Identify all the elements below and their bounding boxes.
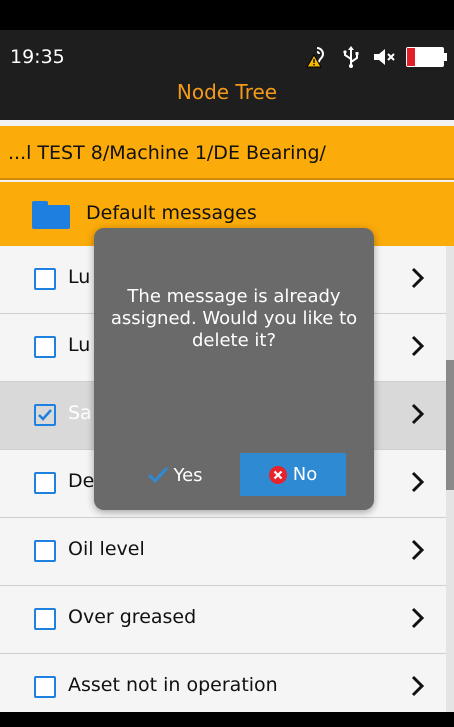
chevron-right-icon[interactable] — [408, 402, 428, 426]
no-button-label: No — [292, 464, 318, 485]
list-item[interactable]: Over greased — [0, 586, 446, 654]
close-icon — [268, 465, 287, 484]
list-item[interactable]: Oil level — [0, 518, 446, 586]
dialog-message: The message is already assigned. Would y… — [110, 286, 358, 351]
folder-icon — [32, 201, 70, 229]
bottom-bezel — [0, 712, 454, 727]
chevron-right-icon[interactable] — [408, 674, 428, 698]
chevron-right-icon[interactable] — [408, 266, 428, 290]
header: 19:35 Node Tree — [0, 30, 454, 120]
list-item-label: Lu — [68, 334, 91, 356]
scrollbar-thumb[interactable] — [446, 360, 454, 490]
checkbox-checked[interactable] — [34, 404, 56, 426]
list-item-label: De — [68, 470, 95, 492]
checkbox[interactable] — [34, 540, 56, 562]
status-time: 19:35 — [10, 46, 65, 68]
checkmark-icon — [38, 409, 52, 421]
checkbox[interactable] — [34, 336, 56, 358]
hearing-warning-icon — [304, 44, 330, 70]
battery-low-icon — [406, 47, 447, 67]
list-item-label: Oil level — [68, 538, 145, 560]
chevron-right-icon[interactable] — [408, 470, 428, 494]
yes-button-label: Yes — [173, 464, 203, 486]
screen: 19:35 Node Tree ...l TEST 8/Machine 1/DE… — [0, 0, 454, 727]
folder-label: Default messages — [86, 202, 257, 224]
checkbox[interactable] — [34, 676, 56, 698]
no-button[interactable]: No — [240, 453, 346, 496]
chevron-right-icon[interactable] — [408, 334, 428, 358]
checkbox[interactable] — [34, 268, 56, 290]
list-item-label: Sa — [68, 402, 92, 424]
mute-icon — [372, 44, 398, 70]
top-bezel — [0, 0, 454, 30]
checkbox[interactable] — [34, 472, 56, 494]
checkmark-icon — [148, 466, 169, 484]
list-item-label: Over greased — [68, 606, 197, 628]
list-item-label: Lu — [68, 266, 91, 288]
breadcrumb-path: ...l TEST 8/Machine 1/DE Bearing/ — [0, 126, 454, 180]
yes-button[interactable]: Yes — [130, 454, 220, 496]
usb-icon — [338, 44, 364, 70]
checkbox[interactable] — [34, 608, 56, 630]
page-title: Node Tree — [176, 80, 278, 104]
status-icons — [304, 44, 447, 70]
chevron-right-icon[interactable] — [408, 606, 428, 630]
list-item-label: Asset not in operation — [68, 674, 278, 696]
chevron-right-icon[interactable] — [408, 538, 428, 562]
confirm-dialog: The message is already assigned. Would y… — [94, 228, 374, 510]
